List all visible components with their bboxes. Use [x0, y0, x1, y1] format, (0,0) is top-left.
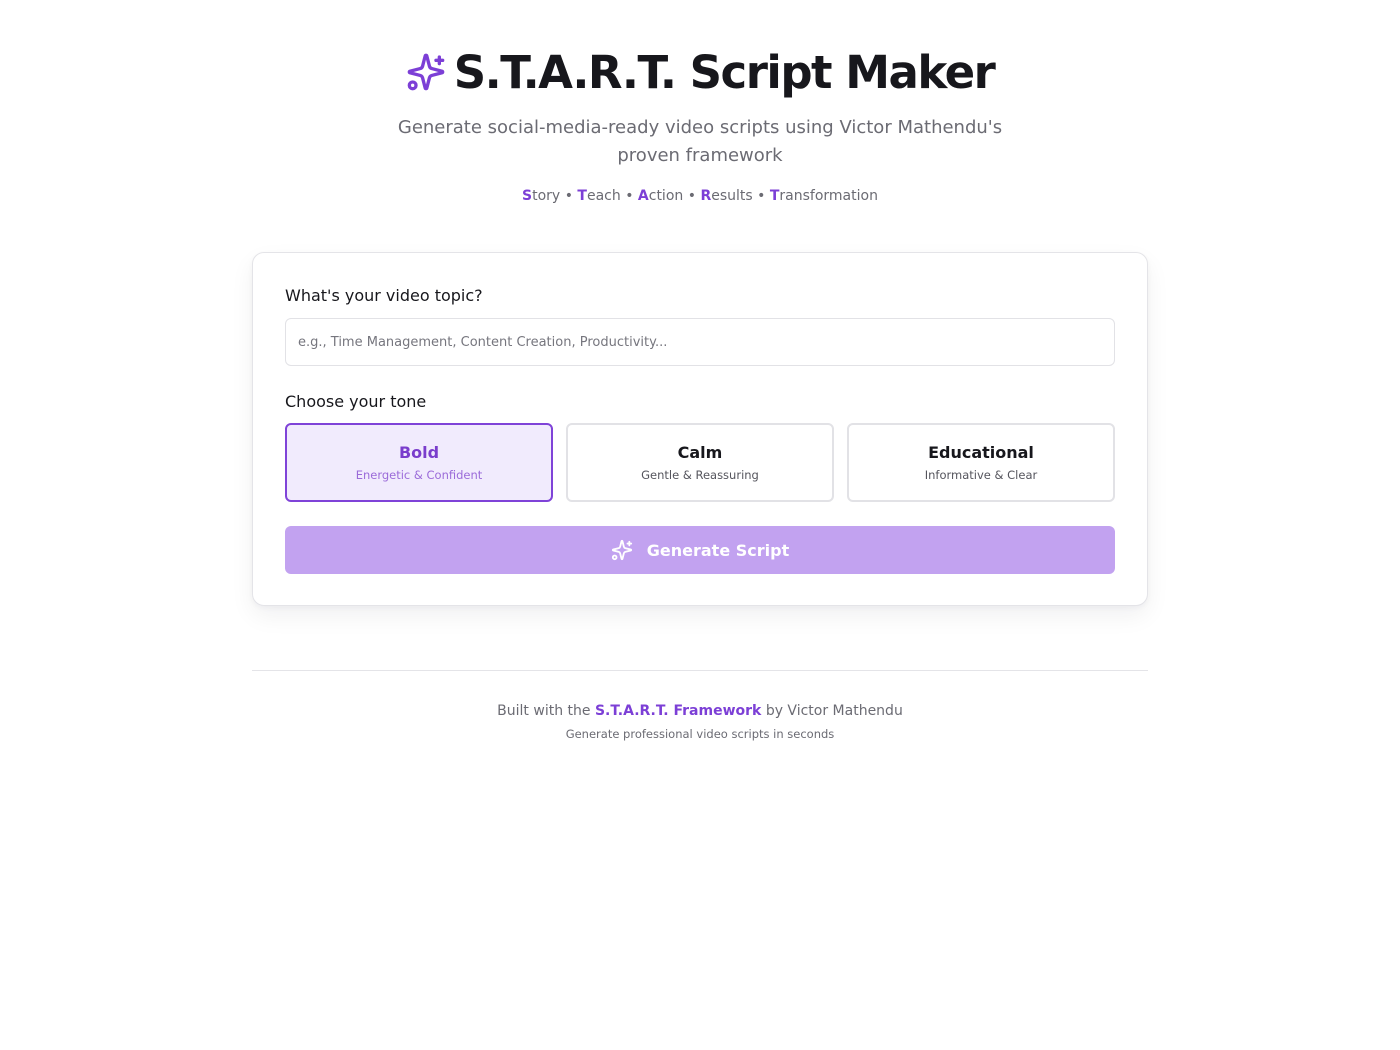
acronym-transformation: Transformation	[770, 188, 878, 204]
acronym-separator: •	[625, 188, 634, 204]
tone-option-bold[interactable]: Bold Energetic & Confident	[285, 423, 553, 502]
tone-name: Bold	[398, 443, 440, 462]
page: S.T.A.R.T. Script Maker Generate social-…	[0, 0, 1400, 1050]
tone-option-calm[interactable]: Calm Gentle & Reassuring	[566, 423, 834, 502]
footer-credit: Built with the S.T.A.R.T. Framework by V…	[0, 703, 1400, 719]
page-title: S.T.A.R.T. Script Maker	[453, 45, 996, 99]
footer: Built with the S.T.A.R.T. Framework by V…	[0, 703, 1400, 741]
generate-script-label: Generate Script	[646, 540, 790, 560]
acronym-story: Story	[522, 188, 560, 204]
tone-name: Calm	[677, 443, 723, 462]
acronym-separator: •	[687, 188, 696, 204]
sparkles-icon	[611, 539, 633, 561]
footer-suffix: by Victor Mathendu	[765, 703, 903, 719]
generate-script-button[interactable]: Generate Script	[285, 526, 1115, 574]
acronym-letter: S	[522, 188, 533, 204]
acronym-separator: •	[564, 188, 573, 204]
sparkles-icon	[406, 52, 446, 92]
acronym-rest: ransformation	[779, 188, 878, 204]
acronym-letter: T	[769, 188, 780, 204]
acronym-separator: •	[757, 188, 766, 204]
acronym-action: Action	[638, 188, 683, 204]
footer-tagline: Generate professional video scripts in s…	[565, 727, 835, 741]
acronym-rest: each	[586, 188, 621, 204]
framework-acronym: Story • Teach • Action • Results • Trans…	[0, 188, 1400, 204]
acronym-rest: esults	[711, 188, 753, 204]
acronym-teach: Teach	[577, 188, 620, 204]
tone-description: Informative & Clear	[924, 468, 1038, 482]
acronym-letter: T	[577, 188, 587, 204]
page-subtitle: Generate social-media-ready video script…	[397, 117, 1003, 166]
footer-divider	[252, 670, 1148, 671]
acronym-results: Results	[700, 188, 752, 204]
tone-options: Bold Energetic & Confident Calm Gentle &…	[285, 423, 1115, 502]
tone-description: Gentle & Reassuring	[641, 468, 759, 482]
tone-description: Energetic & Confident	[355, 468, 483, 482]
header: S.T.A.R.T. Script Maker Generate social-…	[0, 0, 1400, 205]
tone-option-educational[interactable]: Educational Informative & Clear	[847, 423, 1115, 502]
framework-link[interactable]: S.T.A.R.T. Framework	[595, 703, 761, 719]
acronym-letter: R	[700, 188, 712, 204]
tone-label: Choose your tone	[285, 392, 427, 411]
footer-prefix: Built with the	[497, 703, 591, 719]
topic-input[interactable]	[285, 318, 1115, 366]
tone-name: Educational	[928, 443, 1034, 462]
topic-label: What's your video topic?	[285, 286, 483, 305]
acronym-rest: tory	[532, 188, 561, 204]
acronym-letter: A	[637, 188, 649, 204]
title-row: S.T.A.R.T. Script Maker	[0, 44, 1400, 100]
acronym-rest: ction	[648, 188, 684, 204]
script-form-card: What's your video topic? Choose your ton…	[252, 252, 1148, 606]
